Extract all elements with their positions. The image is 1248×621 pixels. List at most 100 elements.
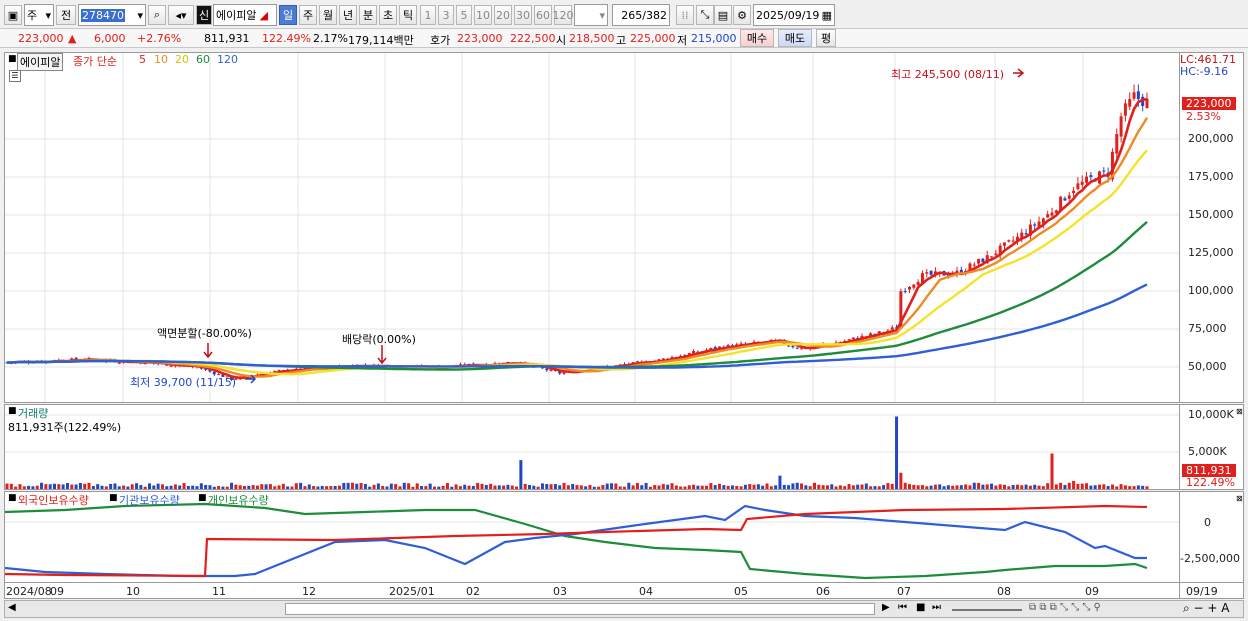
volume-bar bbox=[847, 484, 851, 489]
xlabel-12: 12 bbox=[302, 585, 316, 598]
current-rate-tag: 2.53% bbox=[1186, 110, 1221, 123]
interval-120-button[interactable]: 120 bbox=[553, 5, 574, 25]
resize-icon[interactable]: ⤡ bbox=[696, 5, 714, 25]
volume-bar bbox=[618, 486, 622, 489]
stop-icon[interactable]: ■ bbox=[916, 602, 925, 613]
volume-bar bbox=[912, 484, 916, 489]
zoom-icons[interactable]: ⌕ − + A bbox=[1183, 601, 1229, 616]
speaker-icon[interactable]: ◂▾ bbox=[168, 5, 194, 25]
count-field[interactable]: 265/382 bbox=[612, 4, 670, 26]
volume-bar bbox=[679, 486, 683, 489]
search-icon[interactable]: ⌕ bbox=[148, 5, 166, 25]
split-marker-icon bbox=[203, 343, 213, 359]
zoom-slider[interactable] bbox=[952, 609, 1022, 611]
volume-bar bbox=[882, 485, 886, 489]
volume-bar bbox=[1046, 483, 1050, 489]
volume-bar bbox=[87, 482, 91, 489]
period-week-tab[interactable]: 주 bbox=[299, 5, 317, 25]
interval-60-button[interactable]: 60 bbox=[534, 5, 552, 25]
ytick-175000: 175,000 bbox=[1188, 170, 1234, 183]
gear-icon[interactable]: ⚙ bbox=[733, 5, 751, 25]
volume-bar bbox=[299, 482, 303, 489]
volume-bar bbox=[389, 483, 393, 489]
menu-icon[interactable]: ☰ bbox=[9, 70, 21, 82]
volume-bar bbox=[57, 484, 61, 489]
period-second-tab[interactable]: 초 bbox=[379, 5, 397, 25]
price-y-axis: LC:461.71 HC:-9.16 223,000 2.53% 200,000… bbox=[1180, 52, 1244, 403]
prev-button[interactable]: 전 bbox=[56, 5, 76, 25]
period-month-tab[interactable]: 월 bbox=[319, 5, 337, 25]
interval-3-button[interactable]: 3 bbox=[438, 5, 454, 25]
period-minute-tab[interactable]: 분 bbox=[359, 5, 377, 25]
period-year-tab[interactable]: 년 bbox=[339, 5, 357, 25]
volume-bar bbox=[458, 486, 462, 489]
last-icon[interactable]: ⏭ bbox=[932, 602, 941, 613]
scrollbar-thumb[interactable] bbox=[285, 603, 875, 615]
interval-30-button[interactable]: 30 bbox=[514, 5, 532, 25]
volume-bar bbox=[109, 483, 113, 489]
volume-bar bbox=[657, 485, 661, 489]
first-icon[interactable]: ⏮ bbox=[898, 602, 907, 613]
stock-code-input[interactable]: 278470 ▾ bbox=[78, 4, 146, 26]
candle-body bbox=[1132, 92, 1136, 99]
holding-panel[interactable]: ■ 외국인보유수량 ■ 기관보유수량 ■ 개인보유수량 bbox=[4, 491, 1180, 583]
ytick-125000: 125,000 bbox=[1188, 246, 1234, 259]
candle-body bbox=[977, 258, 981, 264]
volume-bar bbox=[920, 485, 924, 489]
open-label: 시 bbox=[556, 34, 567, 47]
candle-body bbox=[1007, 240, 1011, 242]
volume-bar bbox=[325, 486, 329, 489]
volume-bar bbox=[562, 482, 566, 489]
interval-custom-select[interactable]: ▾ bbox=[574, 4, 608, 26]
volume-bar bbox=[804, 485, 808, 489]
volume-chart[interactable] bbox=[5, 405, 1179, 489]
volume-bar bbox=[53, 483, 56, 489]
dotted-grid-icon[interactable]: ⁞⁞ bbox=[676, 5, 694, 25]
layout-icon[interactable]: ▣ bbox=[4, 5, 22, 25]
volume-bar bbox=[191, 485, 195, 489]
volume-bar bbox=[765, 483, 769, 489]
price-chart-panel[interactable]: ■ 에이피알 종가 단순 5 10 20 60 120 ☰ 최고 245,500… bbox=[4, 52, 1180, 403]
volume-bar bbox=[735, 486, 739, 489]
interval-10-button[interactable]: 10 bbox=[474, 5, 492, 25]
market-type-select[interactable]: 주 ▾ bbox=[24, 4, 54, 26]
volume-bar bbox=[588, 484, 592, 489]
volume-bar bbox=[1093, 485, 1097, 489]
candle-body bbox=[1136, 91, 1140, 99]
close-icon[interactable]: ⊠ bbox=[1236, 494, 1243, 503]
scroll-right-icon[interactable]: ▶ bbox=[882, 602, 890, 613]
interval-20-button[interactable]: 20 bbox=[494, 5, 512, 25]
volume-bar bbox=[946, 485, 950, 489]
save-icon[interactable]: ▤ bbox=[714, 5, 732, 25]
volume-bar bbox=[182, 483, 186, 489]
volume-panel[interactable]: ■ 거래량 811,931주(122.49%) bbox=[4, 404, 1180, 490]
volume-bar bbox=[873, 486, 877, 489]
volume-bar bbox=[312, 486, 316, 489]
volume-bar bbox=[726, 485, 730, 489]
interval-5-button[interactable]: 5 bbox=[456, 5, 472, 25]
volume-bar bbox=[411, 486, 415, 489]
interval-1-button[interactable]: 1 bbox=[420, 5, 436, 25]
candle-body bbox=[1003, 242, 1006, 246]
price-chart[interactable] bbox=[5, 53, 1179, 402]
buy-button[interactable]: 매수 bbox=[740, 29, 774, 47]
volume-bar bbox=[981, 484, 985, 489]
volume-bar bbox=[1102, 484, 1106, 489]
volume-bar bbox=[748, 484, 752, 489]
volume-bar bbox=[1123, 485, 1127, 489]
holding-chart[interactable] bbox=[5, 492, 1179, 582]
volume-bar bbox=[14, 486, 18, 489]
scroll-left-icon[interactable]: ◀ bbox=[8, 602, 16, 613]
stock-name-field[interactable]: 에이피알 ◢ bbox=[213, 4, 277, 26]
period-day-tab[interactable]: 일 bbox=[279, 5, 297, 25]
close-icon[interactable]: ⊠ bbox=[1236, 407, 1243, 416]
eval-button[interactable]: 평 bbox=[816, 29, 836, 47]
volume-bar bbox=[601, 485, 605, 489]
date-field[interactable]: 2025/09/19 ▦ bbox=[753, 4, 835, 26]
volume-bar bbox=[1080, 483, 1084, 489]
ytick-50000: 50,000 bbox=[1188, 360, 1227, 373]
xlabel-2024-08: 2024/08 bbox=[6, 585, 52, 598]
period-tick-tab[interactable]: 틱 bbox=[399, 5, 417, 25]
sell-button[interactable]: 매도 bbox=[778, 29, 812, 47]
tools-icons[interactable]: ⧉ ⧉ ⧉ ⤡ ⤡ ⤡ ⚲ bbox=[1029, 602, 1101, 613]
